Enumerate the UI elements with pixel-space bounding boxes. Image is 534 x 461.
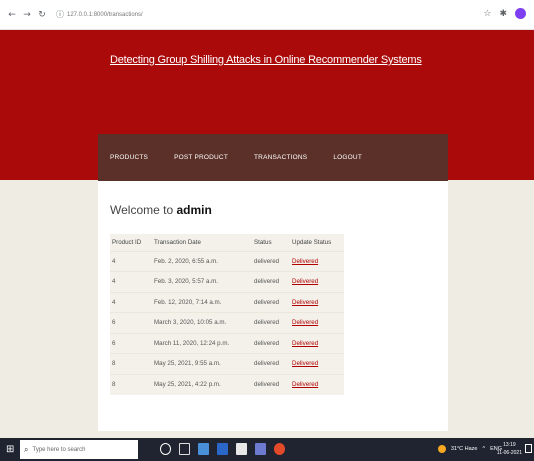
update-status-link[interactable]: Delivered: [292, 278, 318, 285]
header-transaction-date: Transaction Date: [154, 238, 201, 246]
update-status-link[interactable]: Delivered: [292, 319, 318, 326]
cell-status: delivered: [252, 291, 290, 313]
taskbar-apps: [160, 443, 285, 455]
table-row: 4 Feb. 2, 2020, 6:55 a.m. delivered Deli…: [110, 250, 344, 272]
extensions-icon[interactable]: ✱: [499, 9, 507, 19]
welcome-heading: Welcome to admin: [110, 203, 212, 217]
cell-status: delivered: [252, 373, 290, 395]
cell-product-id: 4: [110, 271, 152, 292]
table-row: 6 March 3, 2020, 10:05 a.m. delivered De…: [110, 312, 344, 333]
table-row: 4 Feb. 12, 2020, 7:14 a.m. delivered Del…: [110, 291, 344, 313]
header-status: Status: [254, 238, 272, 246]
update-status-link[interactable]: Delivered: [292, 381, 318, 388]
table-row: 4 Feb. 3, 2020, 5:57 a.m. delivered Deli…: [110, 271, 344, 292]
file-explorer-icon[interactable]: [236, 443, 247, 455]
cell-update: Delivered: [290, 373, 344, 395]
cell-product-id: 8: [110, 353, 152, 374]
cell-update: Delivered: [290, 291, 344, 313]
update-status-link[interactable]: Delivered: [292, 340, 318, 347]
url-text: 127.0.0.1:8000/transactions/: [67, 11, 143, 18]
username: admin: [176, 203, 212, 217]
cell-date: May 25, 2021, 4:22 p.m.: [152, 373, 252, 395]
cell-status: delivered: [252, 250, 290, 272]
tray-overflow-icon[interactable]: ^: [482, 446, 485, 452]
table-row: 8 May 25, 2021, 4:22 p.m. delivered Deli…: [110, 373, 344, 395]
nav-transactions[interactable]: TRANSACTIONS: [254, 154, 307, 161]
cell-update: Delivered: [290, 250, 344, 272]
cell-product-id: 4: [110, 291, 152, 313]
search-icon: ⌕: [24, 444, 29, 454]
cell-date: March 11, 2020, 12:24 p.m.: [152, 332, 252, 354]
clock-time: 13:19: [503, 442, 516, 448]
page-body: Detecting Group Shilling Attacks in Onli…: [0, 30, 534, 438]
cell-status: delivered: [252, 312, 290, 333]
cell-product-id: 6: [110, 312, 152, 333]
cell-date: May 25, 2021, 9:55 a.m.: [152, 353, 252, 374]
content-panel: Welcome to admin Product ID Transaction …: [98, 181, 448, 431]
update-status-link[interactable]: Delivered: [292, 258, 318, 265]
cell-update: Delivered: [290, 271, 344, 292]
cortana-icon[interactable]: [160, 443, 171, 455]
cell-status: delivered: [252, 271, 290, 292]
browser-actions: ☆ ✱: [483, 8, 526, 19]
nav-post-product[interactable]: POST PRODUCT: [174, 154, 228, 161]
system-tray: 31°C Haze ^ ENG: [437, 445, 502, 453]
site-title-link[interactable]: Detecting Group Shilling Attacks in Onli…: [110, 54, 422, 66]
welcome-text: Welcome to: [110, 203, 174, 217]
back-button[interactable]: ←: [6, 10, 18, 20]
nav-products[interactable]: PRODUCTS: [110, 154, 148, 161]
reload-button[interactable]: ↻: [36, 10, 48, 20]
windows-start-icon[interactable]: ⊞: [6, 444, 14, 455]
browser-toolbar: ← → ↻ ⓘ 127.0.0.1:8000/transactions/ ☆ ✱: [0, 0, 534, 30]
task-view-icon[interactable]: [179, 443, 190, 455]
table-header-row: Product ID Transaction Date Status Updat…: [110, 234, 344, 251]
chrome-icon[interactable]: [274, 443, 285, 455]
cell-update: Delivered: [290, 332, 344, 354]
weather-text[interactable]: 31°C Haze: [451, 446, 478, 452]
update-status-link[interactable]: Delivered: [292, 299, 318, 306]
profile-avatar[interactable]: [515, 8, 526, 19]
site-info-icon[interactable]: ⓘ: [56, 9, 64, 20]
clock-date: 11-06-2021: [496, 450, 522, 456]
edge-icon[interactable]: [198, 443, 209, 455]
cell-date: Feb. 3, 2020, 5:57 a.m.: [152, 271, 252, 292]
table-row: 6 March 11, 2020, 12:24 p.m. delivered D…: [110, 332, 344, 354]
cell-update: Delivered: [290, 353, 344, 374]
nav-logout[interactable]: LOGOUT: [333, 154, 362, 161]
taskbar-search[interactable]: ⌕ Type here to search: [20, 440, 138, 459]
cell-product-id: 6: [110, 332, 152, 354]
address-bar[interactable]: ⓘ 127.0.0.1:8000/transactions/: [56, 6, 496, 24]
header-update-status: Update Status: [292, 238, 332, 246]
bookmark-star-icon[interactable]: ☆: [483, 9, 491, 19]
clock[interactable]: 13:19 11-06-2021: [497, 441, 522, 457]
main-nav: PRODUCTS POST PRODUCT TRANSACTIONS LOGOU…: [98, 134, 448, 181]
notification-icon[interactable]: [525, 444, 532, 453]
forward-button[interactable]: →: [21, 10, 33, 20]
cell-product-id: 4: [110, 250, 152, 272]
store-icon[interactable]: [255, 443, 266, 455]
transactions-table: Product ID Transaction Date Status Updat…: [110, 234, 344, 395]
table-row: 8 May 25, 2021, 9:55 a.m. delivered Deli…: [110, 353, 344, 374]
search-placeholder: Type here to search: [32, 446, 86, 453]
cell-update: Delivered: [290, 312, 344, 333]
cell-date: Feb. 2, 2020, 6:55 a.m.: [152, 250, 252, 272]
header-product-id: Product ID: [112, 238, 142, 246]
cell-date: March 3, 2020, 10:05 a.m.: [152, 312, 252, 333]
update-status-link[interactable]: Delivered: [292, 360, 318, 367]
cell-product-id: 8: [110, 373, 152, 395]
windows-taskbar: ⊞ ⌕ Type here to search 31°C Haze ^ ENG …: [0, 438, 534, 461]
cell-status: delivered: [252, 353, 290, 374]
cell-status: delivered: [252, 332, 290, 354]
cell-date: Feb. 12, 2020, 7:14 a.m.: [152, 291, 252, 313]
site-header: Detecting Group Shilling Attacks in Onli…: [0, 30, 534, 181]
word-icon[interactable]: [217, 443, 228, 455]
weather-icon[interactable]: [437, 445, 446, 453]
